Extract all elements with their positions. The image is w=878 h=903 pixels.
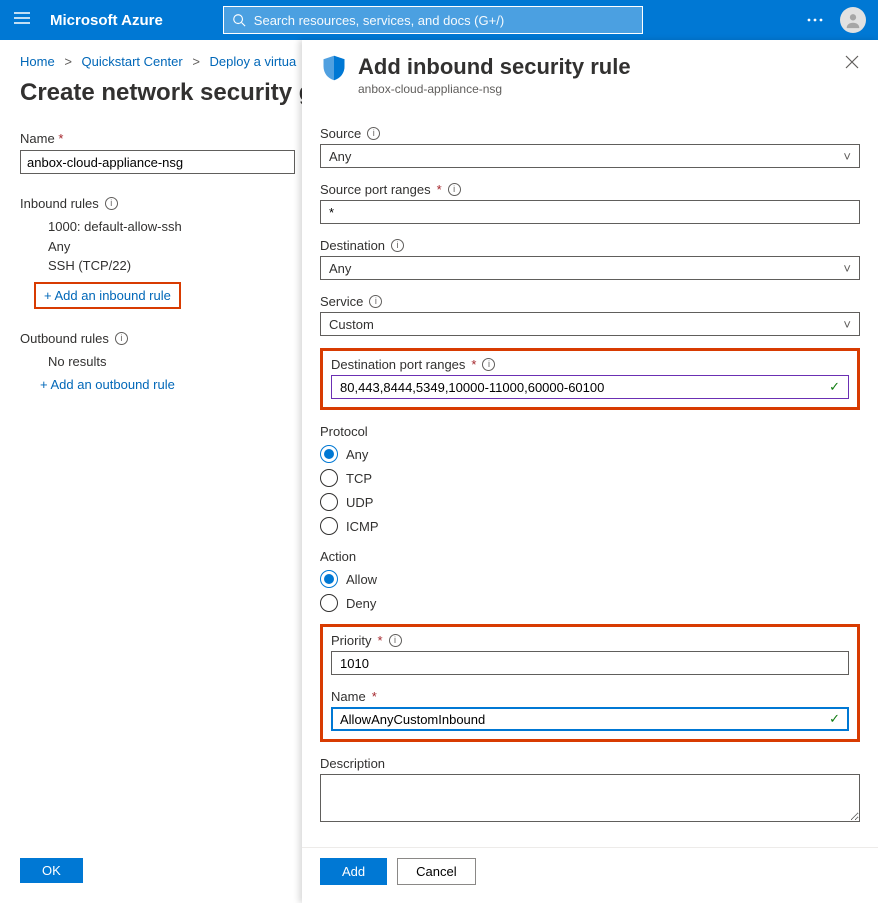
checkmark-icon: ✓ [829, 379, 840, 395]
rule-name-label: Name [331, 689, 366, 704]
brand-label: Microsoft Azure [50, 12, 163, 29]
rule-name-input[interactable]: ✓ [331, 707, 849, 731]
panel-title: Add inbound security rule [358, 54, 631, 80]
add-inbound-rule-link[interactable]: + Add an inbound rule [34, 282, 181, 309]
search-icon [232, 13, 246, 27]
info-icon[interactable]: i [105, 197, 118, 210]
destination-label: Destination [320, 238, 385, 253]
info-icon[interactable]: i [482, 358, 495, 371]
add-outbound-rule-link[interactable]: + Add an outbound rule [40, 377, 175, 392]
shield-icon [320, 54, 348, 82]
protocol-radio-icmp[interactable]: ICMP [320, 517, 860, 535]
checkmark-icon: ✓ [829, 711, 840, 727]
info-icon[interactable]: i [367, 127, 380, 140]
name-field-label: Name [20, 131, 55, 146]
dest-port-highlight: Destination port ranges * i ✓ [320, 348, 860, 410]
crumb-quickstart[interactable]: Quickstart Center [82, 54, 183, 69]
service-label: Service [320, 294, 363, 309]
panel-subtitle: anbox-cloud-appliance-nsg [358, 82, 631, 96]
priority-label: Priority [331, 633, 371, 648]
chevron-down-icon: ˅ [843, 149, 851, 164]
dest-port-input[interactable]: ✓ [331, 375, 849, 399]
chevron-down-icon: ˅ [843, 317, 851, 332]
ok-button[interactable]: OK [20, 858, 83, 883]
dest-port-label: Destination port ranges [331, 357, 465, 372]
service-select[interactable]: Custom˅ [320, 312, 860, 336]
chevron-down-icon: ˅ [843, 261, 851, 276]
crumb-deploy[interactable]: Deploy a virtua [210, 54, 297, 69]
description-textarea[interactable] [320, 774, 860, 822]
priority-input[interactable] [331, 651, 849, 675]
user-avatar[interactable] [840, 7, 866, 33]
protocol-label: Protocol [320, 424, 368, 439]
source-port-input[interactable] [320, 200, 860, 224]
crumb-home[interactable]: Home [20, 54, 55, 69]
top-bar: Microsoft Azure Search resources, servic… [0, 0, 878, 40]
action-radio-deny[interactable]: Deny [320, 594, 860, 612]
info-icon[interactable]: i [115, 332, 128, 345]
outbound-rules-heading: Outbound rules [20, 331, 109, 346]
global-search-input[interactable]: Search resources, services, and docs (G+… [223, 6, 643, 34]
info-icon[interactable]: i [369, 295, 382, 308]
nsg-name-input[interactable] [20, 150, 295, 174]
info-icon[interactable]: i [448, 183, 461, 196]
source-select[interactable]: Any˅ [320, 144, 860, 168]
close-icon[interactable] [844, 54, 860, 70]
destination-select[interactable]: Any˅ [320, 256, 860, 280]
action-radio-allow[interactable]: Allow [320, 570, 860, 588]
priority-name-highlight: Priority * i Name * ✓ [320, 624, 860, 742]
protocol-radio-udp[interactable]: UDP [320, 493, 860, 511]
hamburger-menu-icon[interactable] [12, 8, 32, 33]
protocol-radio-any[interactable]: Any [320, 445, 860, 463]
search-placeholder: Search resources, services, and docs (G+… [254, 13, 504, 28]
info-icon[interactable]: i [391, 239, 404, 252]
add-button[interactable]: Add [320, 858, 387, 885]
add-inbound-rule-panel: Add inbound security rule anbox-cloud-ap… [302, 40, 878, 903]
action-label: Action [320, 549, 356, 564]
cancel-button[interactable]: Cancel [397, 858, 475, 885]
inbound-rules-heading: Inbound rules [20, 196, 99, 211]
source-port-label: Source port ranges [320, 182, 431, 197]
description-label: Description [320, 756, 385, 771]
more-icon[interactable] [806, 11, 824, 29]
protocol-radio-tcp[interactable]: TCP [320, 469, 860, 487]
source-label: Source [320, 126, 361, 141]
info-icon[interactable]: i [389, 634, 402, 647]
